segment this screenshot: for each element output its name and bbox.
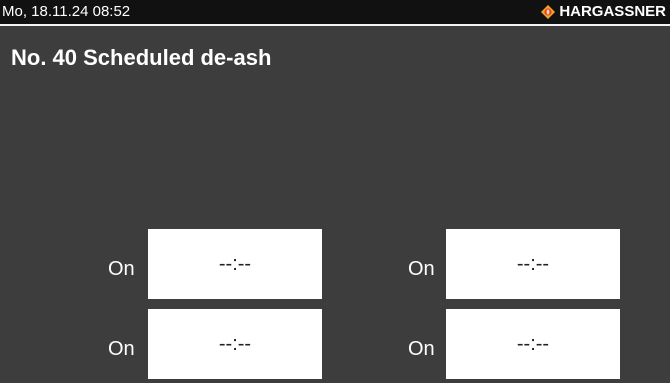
- datetime-display: Mo, 18.11.24 08:52: [2, 3, 131, 20]
- slot-4-label: On: [408, 338, 435, 360]
- slot-1-label: On: [108, 258, 135, 280]
- slot-3-time-field[interactable]: --:--: [148, 309, 322, 379]
- slot-1-time-field[interactable]: --:--: [148, 229, 322, 299]
- slot-2-time-field[interactable]: --:--: [446, 229, 620, 299]
- brand-name: HARGASSNER: [559, 3, 666, 20]
- slot-2-label: On: [408, 258, 435, 280]
- hargassner-logo-icon: [541, 5, 556, 19]
- page-title: No. 40 Scheduled de-ash: [11, 45, 272, 70]
- slot-3-label: On: [108, 338, 135, 360]
- brand: HARGASSNER: [541, 3, 666, 21]
- status-bar: Mo, 18.11.24 08:52 HARGASSNER: [0, 0, 670, 26]
- slot-4-time-field[interactable]: --:--: [446, 309, 620, 379]
